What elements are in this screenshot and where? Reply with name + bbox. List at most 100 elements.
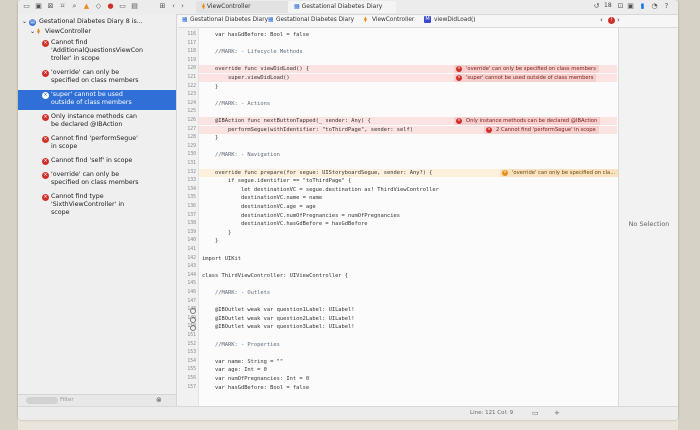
code-line[interactable]: } <box>202 135 218 141</box>
folder-icon[interactable]: ▣ <box>34 2 43 11</box>
inline-issue[interactable]: × 'override' can only be specified on cla… <box>454 65 599 74</box>
code-line[interactable]: var age: Int = 0 <box>202 367 267 373</box>
code-line[interactable]: class ThirdViewController: UIViewControl… <box>202 273 348 279</box>
sidebar-toggle-icon[interactable]: ▭ <box>22 2 31 11</box>
disclosure-icon[interactable]: ⌄ <box>22 18 27 25</box>
breadcrumb-group[interactable]: Gestational Diabetes Diary <box>276 17 354 23</box>
tab-storyboard[interactable]: ▦ Gestational Diabetes Diary <box>288 1 396 13</box>
error-icon: × <box>456 66 462 73</box>
code-line[interactable]: override func prepare(for segue: UIStory… <box>202 170 432 176</box>
breadcrumb-method[interactable]: viewDidLoad() <box>434 17 476 23</box>
help-icon[interactable]: ? <box>662 2 671 11</box>
issue-text: outside of class members <box>51 99 132 106</box>
issue-row[interactable]: ×'super' cannot be used outside of class … <box>18 90 176 110</box>
nav-file[interactable]: ⌄ ⧫ ViewController <box>18 28 176 37</box>
issue-nav-next[interactable]: › <box>617 16 620 24</box>
code-line[interactable]: var numOfPregnancies: Int = 0 <box>202 376 309 382</box>
code-line[interactable]: destinationVC.name = name <box>202 195 322 201</box>
code-line[interactable]: //MARK: - Navigation <box>202 152 280 158</box>
line-number: 126 <box>187 118 196 123</box>
code-line[interactable]: } <box>202 84 218 90</box>
inline-issue[interactable]: × 2 Cannot find 'performSegue' in scope <box>484 125 599 134</box>
error-icon: × <box>42 114 49 121</box>
code-line[interactable]: @IBAction func nextButtonTapped(_ sender… <box>202 118 371 124</box>
source-control-icon[interactable]: ⊠ <box>46 2 55 11</box>
code-line[interactable]: super.viewDidLoad() <box>202 75 290 81</box>
bookmark-icon[interactable]: ⌑ <box>58 2 67 11</box>
outlet-connection-icon[interactable] <box>190 316 196 323</box>
back-icon[interactable]: ‹ <box>169 2 178 11</box>
issue-row[interactable]: × Cannot find 'AdditionalQuestionsViewCon t… <box>18 38 176 66</box>
line-number: 151 <box>187 333 196 338</box>
issue-text: 'override' can only be <box>51 69 120 76</box>
code-line[interactable]: @IBOutlet weak var question1Label: UILab… <box>202 307 355 313</box>
code-line[interactable]: destinationVC.age = age <box>202 204 316 210</box>
tab-viewcontroller[interactable]: ⧫ ViewController <box>196 1 288 13</box>
issue-row[interactable]: × Cannot find type 'SixthViewController' i… <box>18 192 176 220</box>
code-line[interactable]: let destinationVC = segue.destination as… <box>202 187 439 193</box>
code-line[interactable]: } <box>202 238 218 244</box>
forward-icon[interactable]: › <box>178 2 187 11</box>
code-line[interactable]: @IBOutlet weak var question2Label: UILab… <box>202 316 355 322</box>
issue-row[interactable]: × Only instance methods can be declared @I… <box>18 112 176 132</box>
issue-text: 'override' can only be <box>51 171 120 178</box>
code-line[interactable]: override func viewDidLoad() { <box>202 66 309 72</box>
code-line[interactable]: } <box>202 230 231 236</box>
layout-icon[interactable]: ▣ <box>626 2 635 11</box>
add-icon[interactable]: + <box>554 409 560 417</box>
inline-issue[interactable]: × 'super' cannot be used outside of class… <box>454 74 597 82</box>
report-icon[interactable]: ▤ <box>130 2 139 11</box>
line-number: 142 <box>187 255 196 261</box>
line-number: 127 <box>187 126 196 132</box>
grid-icon[interactable]: ⊞ <box>158 2 167 11</box>
code-line[interactable]: //MARK: - Actions <box>202 101 270 107</box>
issue-row[interactable]: ×'override' can only be specified on clas… <box>18 170 176 190</box>
inline-issue-text: 'super' cannot be used outside of class … <box>466 75 594 81</box>
error-icon[interactable]: ! <box>608 17 615 24</box>
minimap-icon[interactable]: ▭ <box>532 409 539 417</box>
issue-row[interactable]: × Cannot find 'performSegue' in scope <box>18 134 176 154</box>
code-line[interactable]: destinationVC.numOfPregnancies = numOfPr… <box>202 213 400 219</box>
code-line[interactable]: if segue.identifier == "toThirdPage" { <box>202 178 351 184</box>
library-icon[interactable]: ⊡ <box>616 2 625 11</box>
breadcrumb-file[interactable]: ViewController <box>372 17 414 23</box>
inspector-file-icon[interactable]: ▮ <box>638 2 647 11</box>
inspector-pane: No Selection <box>618 28 678 406</box>
inline-issue[interactable]: × Only instance methods can be declared @… <box>454 117 601 125</box>
code-line[interactable]: @IBOutlet weak var question3Label: UILab… <box>202 324 355 330</box>
issue-row[interactable]: × Cannot find 'self' in scope <box>18 156 176 168</box>
code-line[interactable]: performSegue(withIdentifier: "toThirdPag… <box>202 127 413 133</box>
project-icon: ▤ <box>29 19 36 26</box>
code-line[interactable]: var name: String = "" <box>202 359 283 365</box>
issue-nav-arrows[interactable]: ‹ <box>600 16 603 24</box>
code-line[interactable]: destinationVC.hasGdBefore = hasGdBefore <box>202 221 368 227</box>
line-number: 138 <box>187 221 196 227</box>
breadcrumb-project[interactable]: Gestational Diabetes Diary <box>190 17 268 23</box>
search-icon[interactable]: ⌕ <box>70 2 79 11</box>
filter-toggle[interactable] <box>26 397 58 404</box>
debug-bar: Line: 121 Col: 9 ▭ + <box>18 406 678 420</box>
filter-options-icon[interactable]: ⊗ <box>156 396 162 404</box>
code-editor[interactable]: 116 117 118 119 120 121 122 123 124 125 126 127 128 1… <box>178 28 619 406</box>
code-line[interactable]: var hasGdBefore: Bool = false <box>202 385 309 391</box>
code-line[interactable]: //MARK: - Outlets <box>202 290 270 296</box>
disclosure-icon[interactable]: ⌄ <box>30 28 35 35</box>
history-icon[interactable]: ◔ <box>650 2 659 11</box>
code-line[interactable]: import UIKit <box>202 256 241 262</box>
line-number: 139 <box>187 229 196 235</box>
line-number: 144 <box>187 272 196 278</box>
code-line[interactable]: //MARK: - Lifecycle Methods <box>202 49 303 55</box>
nav-root-label: Gestational Diabetes Diary 8 is... <box>39 18 143 25</box>
issue-row[interactable]: ×'override' can only be specified on clas… <box>18 68 176 88</box>
code-review-icon[interactable]: ↺ <box>592 2 601 11</box>
issue-text: Cannot find type <box>51 193 104 200</box>
breakpoint-icon[interactable]: ● <box>106 2 115 11</box>
warning-icon[interactable]: ▲ <box>82 2 91 11</box>
debug-icon[interactable]: ▭ <box>118 2 127 11</box>
test-icon[interactable]: ◇ <box>94 2 103 11</box>
inline-issue[interactable]: × 'override' can only be specified on cla… <box>500 168 619 177</box>
code-line[interactable]: var hasGdBefore: Bool = false <box>202 32 309 38</box>
filter-input[interactable]: Filter <box>60 397 74 403</box>
code-line[interactable]: //MARK: - Properties <box>202 342 280 348</box>
nav-root[interactable]: ⌄ ▤ Gestational Diabetes Diary 8 is... <box>18 18 176 27</box>
